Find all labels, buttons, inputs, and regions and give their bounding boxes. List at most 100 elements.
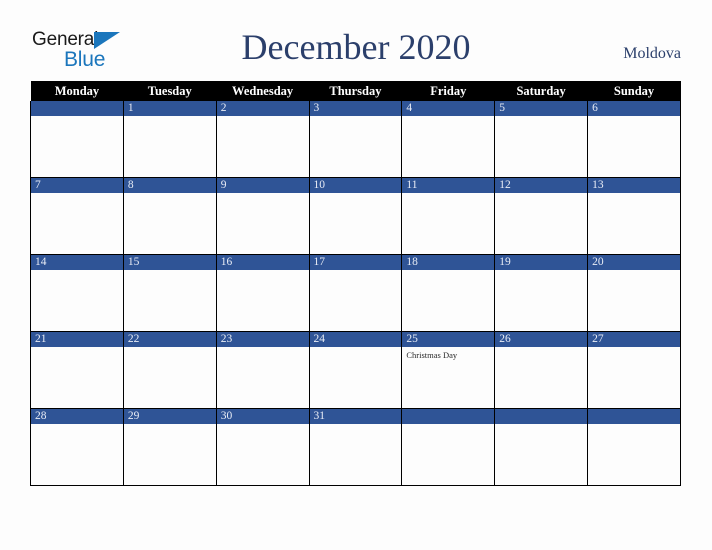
calendar-week-row: 7 8 9 10 11 12 13 (30, 177, 681, 255)
calendar-day-cell[interactable]: 28 (30, 408, 124, 486)
day-cell-inner: 9 (216, 178, 309, 254)
calendar-week-row: 28 29 30 31 (30, 408, 681, 486)
calendar-day-cell[interactable]: 29 (122, 408, 217, 486)
page-header: General Blue December 2020 Moldova (0, 0, 712, 80)
holiday-event-label: Christmas Day (406, 350, 458, 360)
date-number: 23 (216, 332, 309, 347)
day-cell-inner: 17 (309, 255, 402, 331)
date-number: 14 (31, 255, 123, 270)
calendar-week-row: 123456 (30, 101, 681, 178)
calendar-day-cell[interactable]: 12 (494, 177, 589, 255)
calendar-day-cell[interactable]: 18 (401, 254, 496, 332)
date-number: 10 (309, 178, 402, 193)
date-number: 8 (123, 178, 216, 193)
country-label: Moldova (623, 45, 681, 62)
calendar-day-cell[interactable] (401, 408, 496, 486)
calendar-day-cell[interactable]: 20 (587, 254, 681, 332)
calendar-day-cell[interactable] (30, 101, 124, 178)
weekday-header-thursday: Thursday (309, 81, 402, 101)
calendar-day-cell[interactable]: 11 (401, 177, 496, 255)
date-number: 20 (588, 255, 680, 270)
date-number (31, 101, 123, 116)
calendar-day-cell[interactable]: 21 (30, 331, 124, 409)
date-number: 6 (588, 101, 680, 116)
date-number: 27 (588, 332, 680, 347)
date-number: 13 (588, 178, 680, 193)
day-cell-inner: 23 (216, 332, 309, 408)
day-cell-inner: 16 (216, 255, 309, 331)
calendar-day-cell[interactable]: 5 (494, 101, 589, 178)
day-cell-inner: 8 (123, 178, 216, 254)
day-cell-inner: 20 (588, 255, 680, 331)
calendar-day-cell[interactable] (587, 408, 681, 486)
calendar-day-cell[interactable]: 16 (215, 254, 310, 332)
weekday-header-friday: Friday (401, 81, 495, 101)
calendar-day-cell[interactable]: 27 (587, 331, 681, 409)
calendar-day-cell[interactable]: 8 (122, 177, 217, 255)
date-number: 29 (123, 409, 216, 424)
calendar-day-cell[interactable]: 25 Christmas Day (401, 331, 496, 409)
weekday-header-monday: Monday (30, 81, 124, 101)
date-number: 22 (123, 332, 216, 347)
calendar-day-cell[interactable]: 9 (215, 177, 310, 255)
calendar-header-row: Monday Tuesday Wednesday Thursday Friday… (30, 81, 681, 101)
calendar-day-cell[interactable]: 3 (308, 101, 403, 178)
day-cell-inner: 5 (495, 101, 588, 177)
date-number: 21 (31, 332, 123, 347)
day-cell-inner: 6 (588, 101, 680, 177)
calendar-day-cell[interactable]: 14 (30, 254, 124, 332)
date-number: 18 (402, 255, 495, 270)
weekday-header-saturday: Saturday (494, 81, 588, 101)
calendar-day-cell[interactable]: 15 (122, 254, 217, 332)
day-cell-inner: 13 (588, 178, 680, 254)
day-cell-inner: 4 (402, 101, 495, 177)
weekday-header-tuesday: Tuesday (123, 81, 217, 101)
day-cell-inner: 3 (309, 101, 402, 177)
calendar-day-cell[interactable]: 13 (587, 177, 681, 255)
calendar-day-cell[interactable]: 26 (494, 331, 589, 409)
calendar-day-cell[interactable]: 19 (494, 254, 589, 332)
event-list: Christmas Day (402, 347, 494, 361)
calendar-grid: Monday Tuesday Wednesday Thursday Friday… (30, 81, 681, 486)
calendar-day-cell[interactable]: 4 (401, 101, 496, 178)
day-cell-inner: 19 (495, 255, 588, 331)
day-cell-inner: 12 (495, 178, 588, 254)
date-number: 9 (216, 178, 309, 193)
date-number: 17 (309, 255, 402, 270)
calendar-day-cell[interactable] (494, 408, 589, 486)
calendar-week-row: 14 15 16 17 18 19 20 (30, 254, 681, 332)
date-number: 24 (309, 332, 402, 347)
day-cell-inner: 30 (216, 409, 309, 485)
date-number: 16 (216, 255, 309, 270)
calendar-day-cell[interactable]: 30 (215, 408, 310, 486)
calendar-day-cell[interactable]: 1 (122, 101, 217, 178)
calendar-day-cell[interactable]: 2 (215, 101, 310, 178)
date-number: 31 (309, 409, 402, 424)
calendar-day-cell[interactable]: 23 (215, 331, 310, 409)
date-number (588, 409, 680, 424)
day-cell-inner: 7 (31, 178, 123, 254)
calendar-day-cell[interactable]: 17 (308, 254, 403, 332)
weekday-header-sunday: Sunday (587, 81, 681, 101)
calendar-day-cell[interactable]: 31 (308, 408, 403, 486)
date-number (402, 409, 495, 424)
day-cell-inner (402, 409, 495, 485)
calendar-day-cell[interactable]: 7 (30, 177, 124, 255)
date-number: 30 (216, 409, 309, 424)
date-number: 2 (216, 101, 309, 116)
day-cell-inner: 27 (588, 332, 680, 408)
day-cell-inner (31, 101, 123, 177)
calendar-day-cell[interactable]: 24 (308, 331, 403, 409)
calendar-day-cell[interactable]: 22 (122, 331, 217, 409)
calendar-day-cell[interactable]: 10 (308, 177, 403, 255)
calendar-day-cell[interactable]: 6 (587, 101, 681, 178)
day-cell-inner: 31 (309, 409, 402, 485)
date-number: 3 (309, 101, 402, 116)
day-cell-inner: 1 (123, 101, 216, 177)
day-cell-inner: 15 (123, 255, 216, 331)
date-number: 4 (402, 101, 495, 116)
page-title: December 2020 (241, 27, 471, 67)
weekday-header-wednesday: Wednesday (216, 81, 310, 101)
date-number (495, 409, 588, 424)
day-cell-inner: 25 Christmas Day (402, 332, 495, 408)
